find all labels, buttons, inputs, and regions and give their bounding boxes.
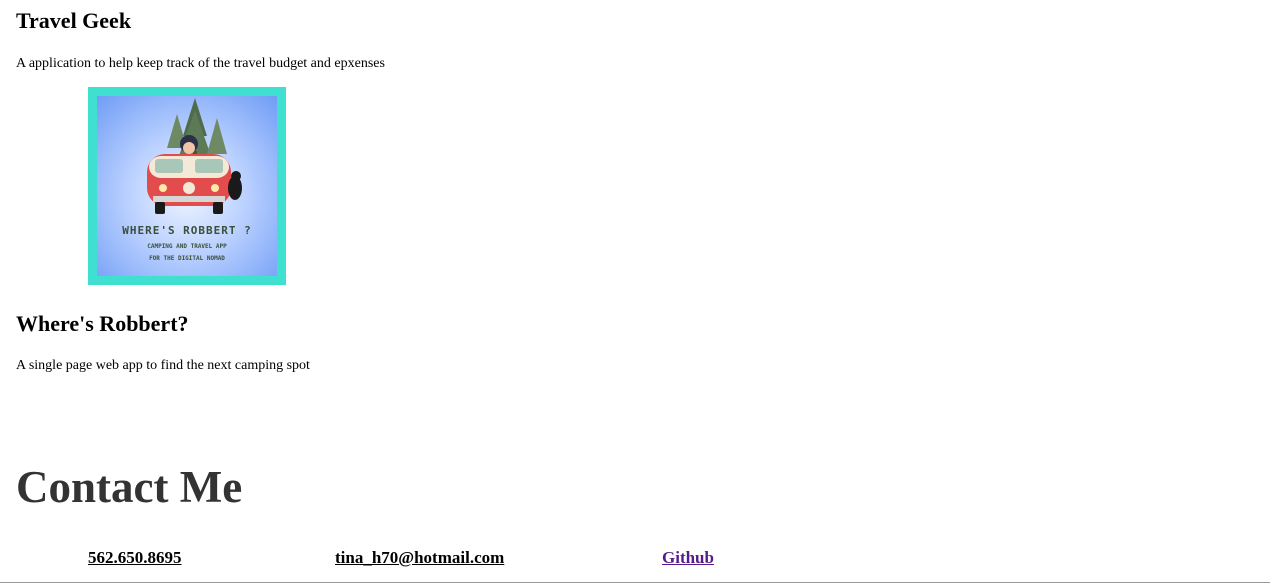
email-link[interactable]: tina_h70@hotmail.com xyxy=(335,549,504,566)
bottom-divider xyxy=(0,582,1270,583)
portfolio-page: Travel Geek A application to help keep t… xyxy=(0,0,1270,584)
project-description-travel-geek: A application to help keep track of the … xyxy=(16,56,385,71)
contact-heading: Contact Me xyxy=(16,462,243,512)
logo-artwork: WHERE'S ROBBERT ? CAMPING AND TRAVEL APP… xyxy=(97,96,277,276)
wheres-robbert-logo-image[interactable]: WHERE'S ROBBERT ? CAMPING AND TRAVEL APP… xyxy=(88,87,286,285)
project-title-travel-geek: Travel Geek xyxy=(16,8,132,33)
logo-tagline-2: FOR THE DIGITAL NOMAD xyxy=(149,255,225,262)
phone-link[interactable]: 562.650.8695 xyxy=(88,549,182,566)
project-description-wheres-robbert: A single page web app to find the next c… xyxy=(16,358,310,373)
github-link[interactable]: Github xyxy=(662,549,714,566)
logo-tagline-1: CAMPING AND TRAVEL APP xyxy=(147,243,227,250)
project-title-wheres-robbert: Where's Robbert? xyxy=(16,311,189,336)
logo-headline: WHERE'S ROBBERT ? xyxy=(122,224,252,237)
